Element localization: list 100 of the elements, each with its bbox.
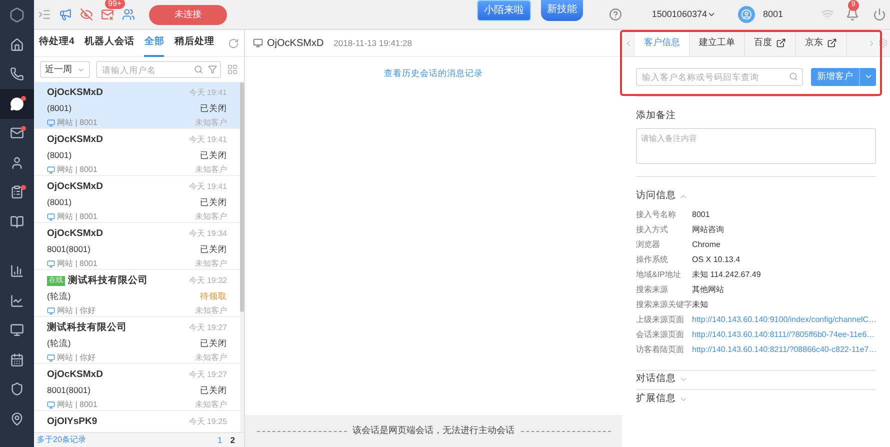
- mail-off-icon[interactable]: [101, 8, 114, 21]
- session-name: 测试科技有限公司: [47, 321, 127, 335]
- customer-type: 未知客户: [195, 211, 227, 223]
- session-name: OjOIYsPK9: [47, 415, 98, 429]
- info-label: 接入号名称: [636, 209, 677, 221]
- username-search-field[interactable]: 请输入用户名: [96, 61, 221, 78]
- monitor-icon: [47, 119, 55, 127]
- session-time: 今天 19:32: [188, 275, 227, 288]
- note-field[interactable]: 请输入备注内容: [636, 128, 876, 164]
- info-value: 网站咨询: [692, 224, 724, 236]
- chat-notice: 该会话是网页端会话，无法进行主动会话: [352, 424, 514, 438]
- session-status: 已关闭: [200, 149, 227, 162]
- phone-number[interactable]: 15001060374: [652, 8, 716, 22]
- period-select[interactable]: 近一周: [40, 61, 90, 78]
- info-label: 搜索来源关键字: [636, 299, 692, 311]
- mail-icon: [10, 126, 24, 140]
- session-status: 已关闭: [200, 384, 227, 397]
- session-time: 今天 19:41: [188, 181, 227, 194]
- refresh-icon[interactable]: [228, 38, 239, 48]
- session-name: OjOcKSMxD: [47, 180, 103, 194]
- session-name: OjOcKSMxD: [47, 368, 103, 382]
- section-header[interactable]: 扩展信息: [636, 392, 688, 406]
- note-title: 添加备注: [636, 109, 677, 123]
- info-label: 上级来源页面: [636, 314, 685, 326]
- nav-item[interactable]: [0, 89, 34, 118]
- list-tab[interactable]: 机器人会话: [84, 30, 134, 56]
- scroll-right-icon[interactable]: [867, 38, 876, 48]
- session-subtitle: (轮流): [47, 290, 71, 303]
- info-value: 未知: [692, 299, 708, 311]
- panel-tab[interactable]: 建立工单: [690, 30, 745, 56]
- book-icon: [10, 214, 24, 229]
- record-count: 多于20条记录: [37, 434, 86, 446]
- section-header[interactable]: 访问信息: [636, 189, 688, 204]
- list-tab[interactable]: 待处理4: [39, 30, 74, 56]
- home-icon: [10, 38, 24, 52]
- session-time: 今天 19:41: [188, 87, 227, 100]
- customer-type: 未知客户: [195, 305, 227, 317]
- settings-icon[interactable]: [878, 38, 888, 48]
- shield-icon: [10, 382, 24, 396]
- line-chart-icon: [10, 294, 24, 308]
- session-channel: 网站 | 8001: [57, 211, 98, 223]
- customer-search-field[interactable]: 输入客户名称或号码回车查询: [636, 68, 803, 86]
- list-tab[interactable]: 稍后处理: [174, 30, 214, 56]
- section-header[interactable]: 对话信息: [636, 372, 688, 387]
- chat-icon: [10, 96, 24, 111]
- session-status: 待领取: [200, 290, 227, 303]
- bell-icon[interactable]: [846, 8, 859, 21]
- info-label: 搜索来源: [636, 284, 669, 296]
- connect-button[interactable]: 未连接: [149, 4, 227, 24]
- clipboard-icon: [10, 185, 24, 200]
- logo-icon: [9, 7, 25, 23]
- history-link[interactable]: 查看历史会话的消息记录: [384, 67, 483, 80]
- users-icon[interactable]: [122, 8, 135, 21]
- session-status: 已关闭: [200, 102, 227, 115]
- search-icon[interactable]: [194, 65, 203, 74]
- customer-type: 未知客户: [195, 352, 227, 364]
- help-icon[interactable]: [608, 8, 622, 21]
- indent-icon[interactable]: [38, 8, 51, 21]
- eye-off-icon[interactable]: [80, 8, 93, 21]
- bar-chart-icon: [10, 264, 24, 278]
- session-time: 今天 19:27: [188, 369, 227, 382]
- filter-icon[interactable]: [208, 65, 217, 74]
- panel-tab[interactable]: 京东: [796, 30, 847, 56]
- page-link[interactable]: 2: [230, 434, 235, 446]
- monitor-icon: [47, 354, 55, 362]
- agent-name: 8001: [762, 8, 783, 21]
- info-label: 浏览器: [636, 239, 661, 251]
- map-pin-icon: [10, 412, 24, 426]
- panel-tab[interactable]: 客户信息: [635, 30, 690, 56]
- info-value: Chrome: [692, 239, 720, 251]
- user-icon: [10, 156, 24, 170]
- search-icon[interactable]: [789, 72, 798, 81]
- session-item[interactable]: OjOcKSMxD 今天 19:41 (8001) 已关闭 网站 | 8001 未知客户: [34, 82, 240, 129]
- caret-icon: [706, 10, 716, 19]
- customer-type: 未知客户: [195, 399, 227, 411]
- monitor-icon: [47, 260, 55, 268]
- info-label: 接入方式: [636, 224, 669, 236]
- info-label: 访客着陆页面: [636, 344, 685, 356]
- agent-avatar: [738, 6, 755, 23]
- info-value: 其他网站: [692, 284, 724, 296]
- session-time: 今天 19:41: [188, 134, 227, 146]
- caret-icon: [864, 72, 872, 81]
- megaphone-icon[interactable]: [59, 8, 72, 21]
- external-link-icon: [776, 38, 786, 48]
- session-status: 已关闭: [200, 196, 227, 209]
- power-icon[interactable]: [873, 8, 886, 21]
- info-label: 操作系统: [636, 254, 669, 266]
- scroll-left-icon[interactable]: [624, 38, 633, 48]
- monitor-icon: [47, 401, 55, 409]
- session-channel: 网站 | 你好: [57, 305, 96, 317]
- dropdown-button[interactable]: [859, 68, 876, 86]
- monitor-icon: [10, 323, 24, 338]
- grid-icon[interactable]: [227, 64, 238, 75]
- monitor-icon: [253, 38, 263, 48]
- panel-tab[interactable]: 百度: [745, 30, 796, 56]
- session-time: 今天 19:27: [188, 322, 227, 334]
- calendar-icon: [10, 352, 24, 367]
- session-channel: 网站 | 8001: [57, 164, 98, 176]
- monitor-icon: [47, 213, 55, 221]
- monitor-icon: [47, 307, 55, 315]
